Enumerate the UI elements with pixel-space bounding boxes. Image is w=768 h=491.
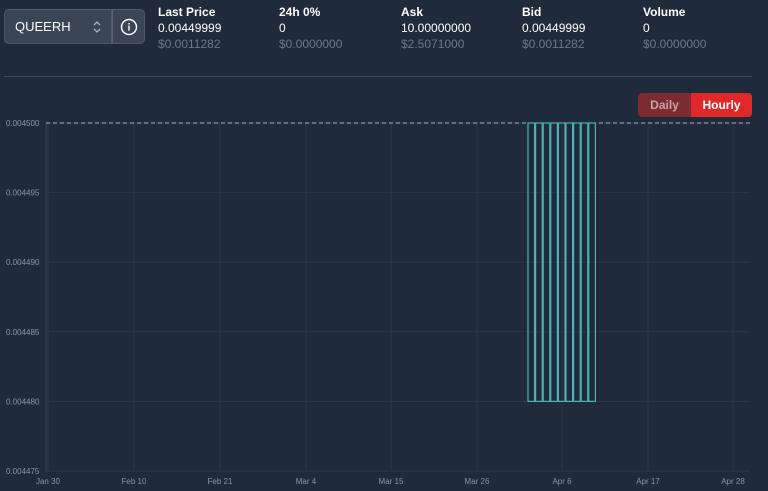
x-tick-label: Mar 4 <box>296 477 317 486</box>
x-tick-label: Jan 30 <box>36 477 61 486</box>
stat-label: Bid <box>522 5 542 19</box>
stat-value: 0 <box>643 21 650 35</box>
info-button[interactable] <box>112 9 145 44</box>
y-tick-label: 0.004480 <box>6 397 40 406</box>
price-chart: 0.004475 0.004480 0.004485 0.004490 0.004495… <box>6 119 750 486</box>
stat-label: Last Price <box>158 5 216 19</box>
info-icon <box>120 18 137 35</box>
stat-usd: $0.0000000 <box>643 37 707 51</box>
header-divider <box>4 76 752 77</box>
x-tick-label: Apr 28 <box>721 477 745 486</box>
stat-ask: Ask 10.00000000 $2.5071000 <box>401 4 471 52</box>
stat-value: 0.00449999 <box>158 21 222 35</box>
y-tick-label: 0.004475 <box>6 467 40 476</box>
y-tick-label: 0.004495 <box>6 189 40 198</box>
stat-usd: $2.5071000 <box>401 37 465 51</box>
stat-bid: Bid 0.00449999 $0.0011282 <box>522 4 585 52</box>
pair-selector[interactable]: QUEERH <box>4 9 112 44</box>
stat-volume: Volume 0 $0.0000000 <box>643 4 706 52</box>
y-tick-label: 0.004485 <box>6 328 40 337</box>
x-tick-label: Feb 21 <box>208 477 233 486</box>
pair-selector-value: QUEERH <box>15 19 71 34</box>
stat-24h-change: 24h 0% 0 $0.0000000 <box>279 4 342 52</box>
stat-value: 10.00000000 <box>401 21 472 35</box>
chevron-updown-icon <box>93 21 101 33</box>
stat-label: Ask <box>401 5 424 19</box>
stat-last-price: Last Price 0.00449999 $0.0011282 <box>158 4 221 52</box>
x-tick-label: Feb 10 <box>122 477 147 486</box>
x-tick-label: Mar 26 <box>465 477 490 486</box>
stat-value: 0 <box>279 21 286 35</box>
stat-label: Volume <box>643 5 686 19</box>
y-tick-label: 0.004500 <box>6 119 40 128</box>
y-tick-label: 0.004490 <box>6 258 40 267</box>
x-tick-label: Apr 17 <box>636 477 660 486</box>
stat-usd: $0.0011282 <box>158 37 221 51</box>
stat-usd: $0.0000000 <box>279 37 343 51</box>
x-tick-label: Mar 15 <box>379 477 404 486</box>
stat-label: 24h 0% <box>279 5 321 19</box>
stat-usd: $0.0011282 <box>522 37 585 51</box>
x-tick-label: Apr 6 <box>552 477 572 486</box>
stat-value: 0.00449999 <box>522 21 586 35</box>
